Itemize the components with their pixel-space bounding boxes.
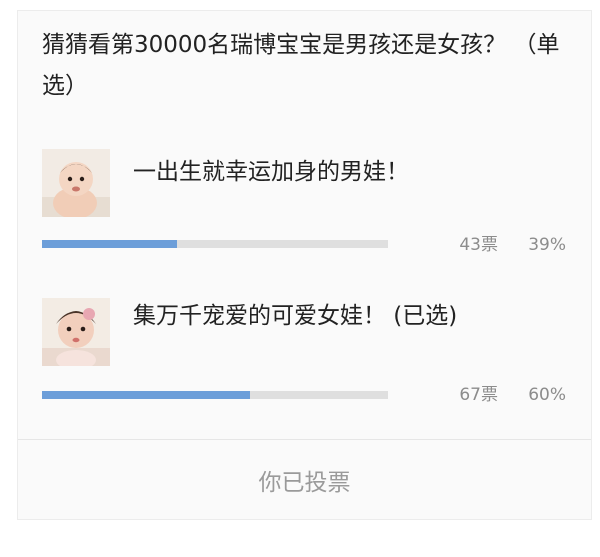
poll-option-label: 一出生就幸运加身的男娃！	[133, 159, 409, 185]
poll-question: 猜猜看第30000名瑞博宝宝是男孩还是女孩？ （单选）	[42, 32, 560, 99]
baby-girl-photo	[42, 298, 110, 366]
baby-boy-photo	[42, 149, 110, 217]
progress-bar-track	[42, 240, 388, 248]
progress-bar-track	[42, 391, 388, 399]
vote-count: 67票	[459, 385, 498, 405]
progress-bar-fill	[42, 240, 177, 248]
voted-status-button[interactable]: 你已投票	[18, 441, 591, 519]
vote-percent: 39%	[528, 235, 566, 255]
progress-bar-fill	[42, 391, 250, 399]
divider	[18, 439, 591, 440]
vote-percent: 60%	[528, 385, 566, 405]
vote-count: 43票	[459, 235, 498, 255]
poll-option-label: 集万千宠爱的可爱女娃！ (已选)	[133, 303, 458, 329]
poll-card: 猜猜看第30000名瑞博宝宝是男孩还是女孩？ （单选） 一出生就幸运加身的男娃！…	[17, 10, 592, 520]
